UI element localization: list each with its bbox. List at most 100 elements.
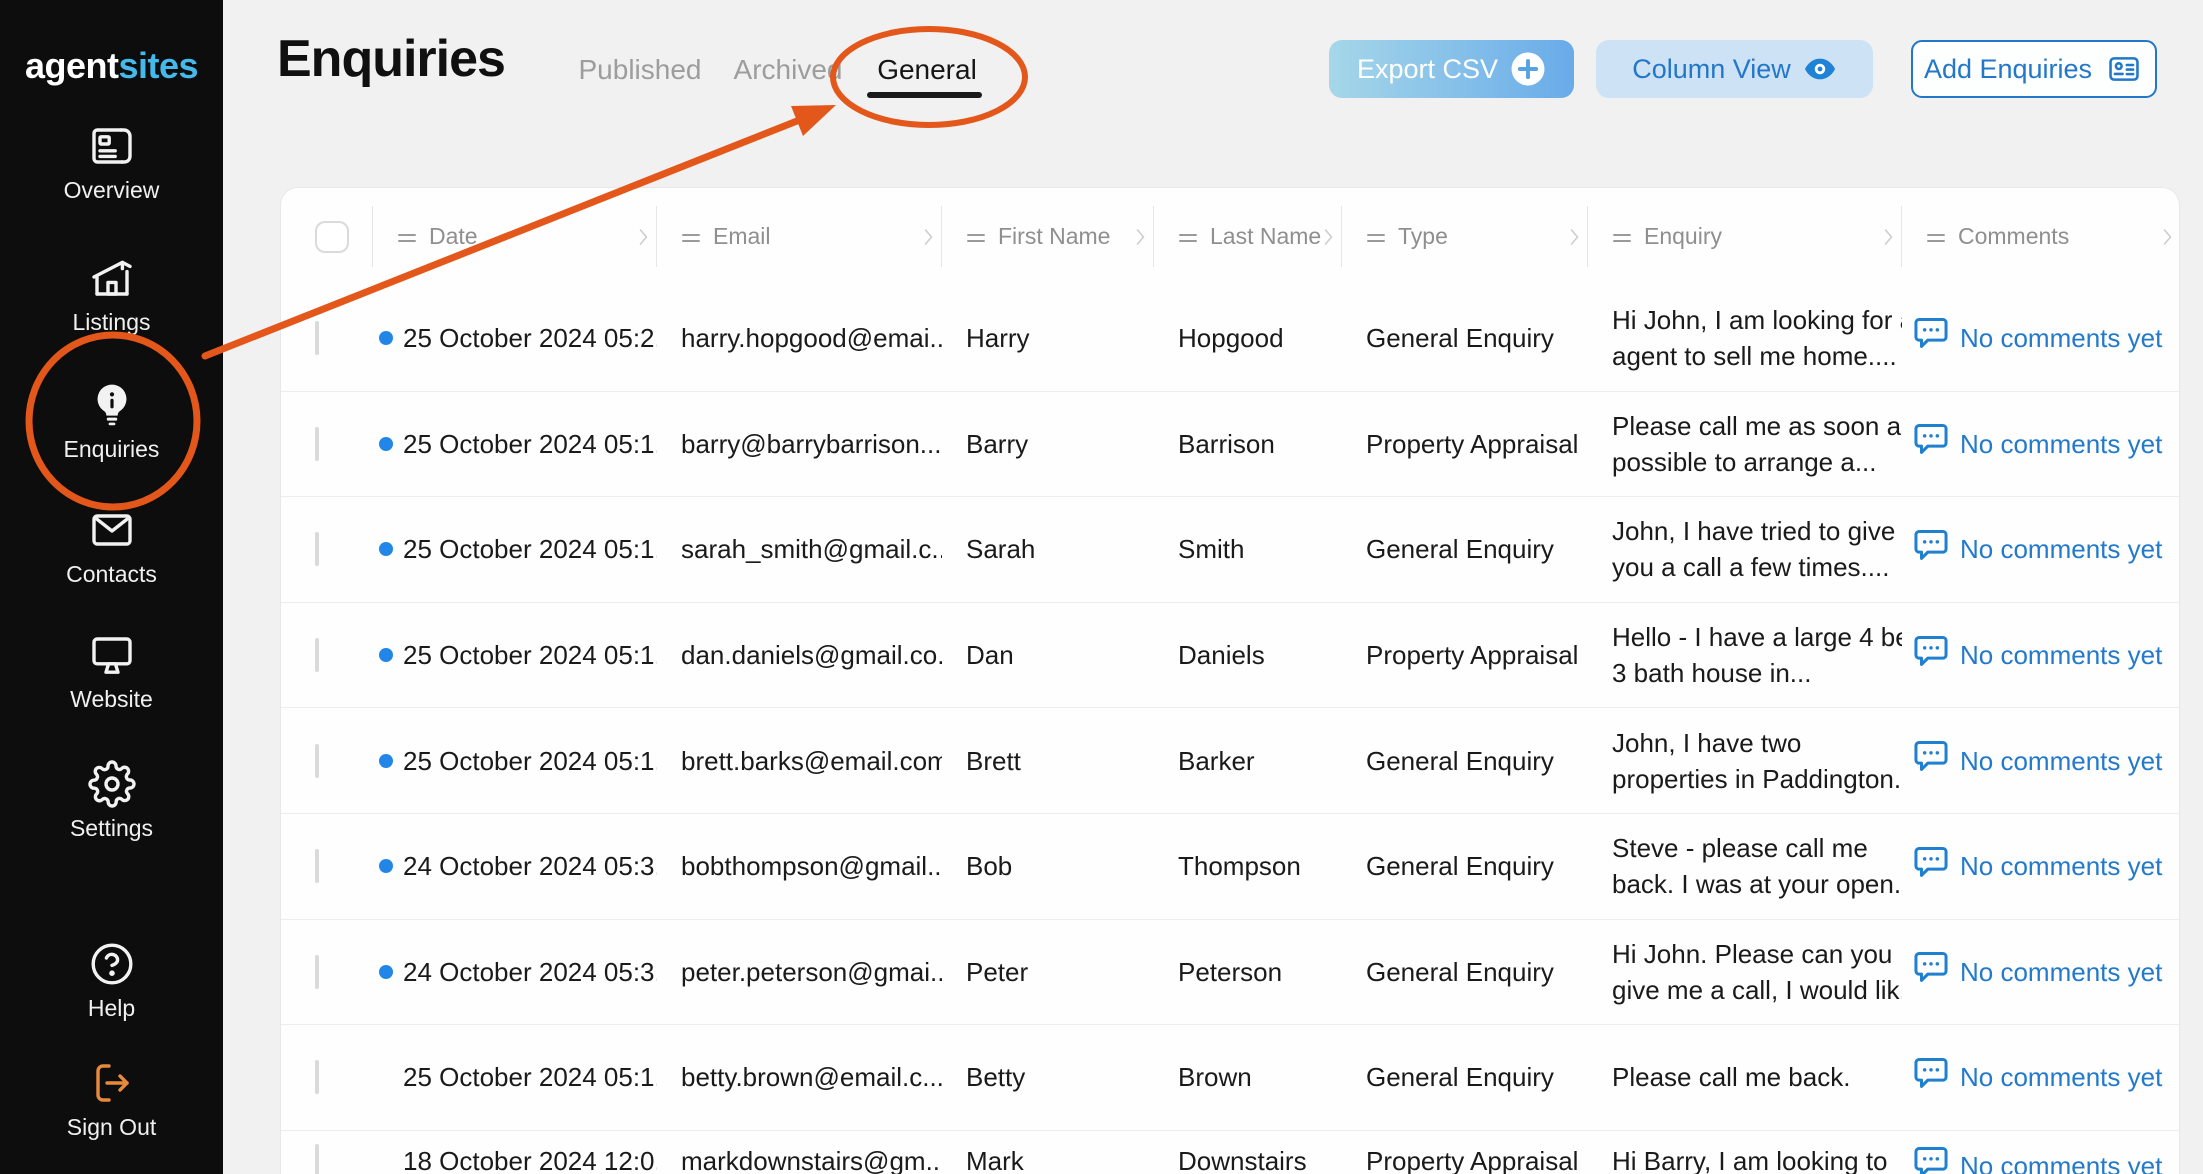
column-resize-chevron-icon[interactable] xyxy=(1135,225,1146,255)
logo-text-sites: sites xyxy=(118,45,199,86)
comment-bubble-icon xyxy=(1912,526,1950,573)
drag-handle-icon[interactable] xyxy=(966,223,986,250)
row-checkbox[interactable] xyxy=(315,426,319,461)
drag-handle-icon[interactable] xyxy=(1178,223,1198,250)
date-cell: 25 October 2024 05:2... xyxy=(373,320,657,356)
comments-link[interactable]: No comments yet xyxy=(1960,1148,2162,1174)
comment-bubble-icon xyxy=(1912,1143,1950,1174)
row-checkbox[interactable] xyxy=(315,320,319,355)
column-header-type[interactable]: Type xyxy=(1342,188,1588,285)
table-row[interactable]: 25 October 2024 05:1... betty.brown@emai… xyxy=(281,1024,2179,1130)
comments-link[interactable]: No comments yet xyxy=(1960,637,2162,673)
last-name-cell: Hopgood xyxy=(1178,322,1284,353)
comments-cell[interactable]: No comments yet xyxy=(1902,632,2179,679)
comments-link[interactable]: No comments yet xyxy=(1960,954,2162,990)
enquiry-preview-line: Hi John. Please can you xyxy=(1612,938,1893,969)
unread-dot xyxy=(379,964,393,979)
table-row[interactable]: 24 October 2024 05:3... bobthompson@gmai… xyxy=(281,812,2179,919)
column-resize-chevron-icon[interactable] xyxy=(638,225,649,255)
column-header-first-name[interactable]: First Name xyxy=(942,188,1154,285)
column-header-email[interactable]: Email xyxy=(657,188,942,285)
enquiry-preview-line: John, I have two xyxy=(1612,727,1802,758)
tab-published[interactable]: Published xyxy=(579,53,702,87)
enquiry-cell: John, I have tried to give you a call a f… xyxy=(1588,513,1902,585)
column-resize-chevron-icon[interactable] xyxy=(923,225,934,255)
comments-cell[interactable]: No comments yet xyxy=(1902,1054,2179,1101)
column-resize-chevron-icon[interactable] xyxy=(2162,225,2173,255)
last-name-cell: Peterson xyxy=(1178,956,1283,987)
column-header-enquiry[interactable]: Enquiry xyxy=(1588,188,1902,285)
tab-archived[interactable]: Archived xyxy=(734,53,843,87)
comments-cell[interactable]: No comments yet xyxy=(1902,843,2179,890)
row-checkbox[interactable] xyxy=(315,1060,319,1095)
column-resize-chevron-icon[interactable] xyxy=(1883,225,1894,255)
sidebar-item-label: Contacts xyxy=(66,561,157,587)
sidebar-item-contacts[interactable]: Contacts xyxy=(0,506,223,588)
table-row[interactable]: 25 October 2024 05:1... dan.daniels@gmai… xyxy=(281,601,2179,708)
row-checkbox[interactable] xyxy=(315,954,319,989)
first-name-cell: Brett xyxy=(966,745,1021,776)
comments-cell[interactable]: No comments yet xyxy=(1902,526,2179,573)
comments-link[interactable]: No comments yet xyxy=(1960,743,2162,779)
date-cell: 25 October 2024 05:1... xyxy=(373,426,657,462)
comments-link[interactable]: No comments yet xyxy=(1960,320,2162,356)
comments-link[interactable]: No comments yet xyxy=(1960,531,2162,567)
table-row[interactable]: 25 October 2024 05:1... brett.barks@emai… xyxy=(281,707,2179,813)
table-row[interactable]: 25 October 2024 05:2... harry.hopgood@em… xyxy=(281,285,2179,391)
comments-cell[interactable]: No comments yet xyxy=(1902,948,2179,995)
add-enquiries-button[interactable]: Add Enquiries xyxy=(1911,40,2157,98)
enquiry-cell: Steve - please call me back. I was at you… xyxy=(1588,830,1902,902)
sidebar-item-help[interactable]: Help xyxy=(0,940,223,1022)
first-name-cell: Mark xyxy=(966,1145,1024,1174)
date-cell: 18 October 2024 12:0... xyxy=(373,1131,657,1174)
drag-handle-icon[interactable] xyxy=(397,223,417,250)
select-all-checkbox[interactable] xyxy=(315,220,349,253)
comments-link[interactable]: No comments yet xyxy=(1960,426,2162,462)
export-csv-button[interactable]: Export CSV xyxy=(1329,40,1574,98)
comments-link[interactable]: No comments yet xyxy=(1960,848,2162,884)
logo-text-agent: agent xyxy=(24,45,119,86)
row-select-cell xyxy=(281,320,373,356)
table-row[interactable]: 24 October 2024 05:3... peter.peterson@g… xyxy=(281,918,2179,1025)
sidebar-item-label: Enquiries xyxy=(63,436,160,462)
column-header-date[interactable]: Date xyxy=(373,188,657,285)
drag-handle-icon[interactable] xyxy=(1366,223,1386,250)
email-cell: sarah_smith@gmail.c... xyxy=(681,534,942,565)
column-header-label: Type xyxy=(1398,223,1448,249)
table-row[interactable]: 18 October 2024 12:0... markdownstairs@g… xyxy=(281,1129,2179,1174)
row-checkbox[interactable] xyxy=(315,638,319,673)
column-resize-chevron-icon[interactable] xyxy=(1569,225,1580,255)
row-checkbox[interactable] xyxy=(315,1143,319,1174)
drag-handle-icon[interactable] xyxy=(681,223,701,250)
last-name-cell: Downstairs xyxy=(1178,1145,1307,1174)
table-row[interactable]: 25 October 2024 05:1... barry@barrybarri… xyxy=(281,390,2179,497)
comments-cell[interactable]: No comments yet xyxy=(1902,1131,2179,1174)
sidebar-item-settings[interactable]: Settings xyxy=(0,760,223,842)
row-checkbox[interactable] xyxy=(315,849,319,884)
column-view-button[interactable]: Column View xyxy=(1596,40,1873,98)
drag-handle-icon[interactable] xyxy=(1926,223,1946,250)
drag-handle-icon[interactable] xyxy=(1612,223,1632,250)
date-cell: 25 October 2024 05:1... xyxy=(373,531,657,567)
sidebar-item-listings[interactable]: Listings xyxy=(0,254,223,336)
comments-cell[interactable]: No comments yet xyxy=(1902,737,2179,784)
comments-cell[interactable]: No comments yet xyxy=(1902,420,2179,467)
tab-general[interactable]: General xyxy=(877,53,977,87)
enquiry-preview-line: Hi Barry, I am looking to xyxy=(1612,1145,1888,1174)
sidebar-item-sign-out[interactable]: Sign Out xyxy=(0,1059,223,1141)
comments-link[interactable]: No comments yet xyxy=(1960,1059,2162,1095)
row-select-cell xyxy=(281,1131,373,1174)
enquiry-cell: Hi John. Please can you give me a call, I… xyxy=(1588,936,1902,1008)
row-checkbox[interactable] xyxy=(315,743,319,778)
sidebar-item-website[interactable]: Website xyxy=(0,631,223,713)
sidebar-item-overview[interactable]: Overview xyxy=(0,122,223,204)
row-checkbox[interactable] xyxy=(315,532,319,567)
column-header-comments[interactable]: Comments xyxy=(1902,188,2179,285)
column-resize-chevron-icon[interactable] xyxy=(1323,225,1334,255)
sidebar-item-enquiries[interactable]: Enquiries xyxy=(0,381,223,463)
page-title: Enquiries xyxy=(277,30,506,88)
comments-cell[interactable]: No comments yet xyxy=(1902,314,2179,361)
table-row[interactable]: 25 October 2024 05:1... sarah_smith@gmai… xyxy=(281,496,2179,602)
column-header-last-name[interactable]: Last Name xyxy=(1154,188,1342,285)
enquiry-preview-line: possible to arrange a... xyxy=(1612,446,1877,477)
